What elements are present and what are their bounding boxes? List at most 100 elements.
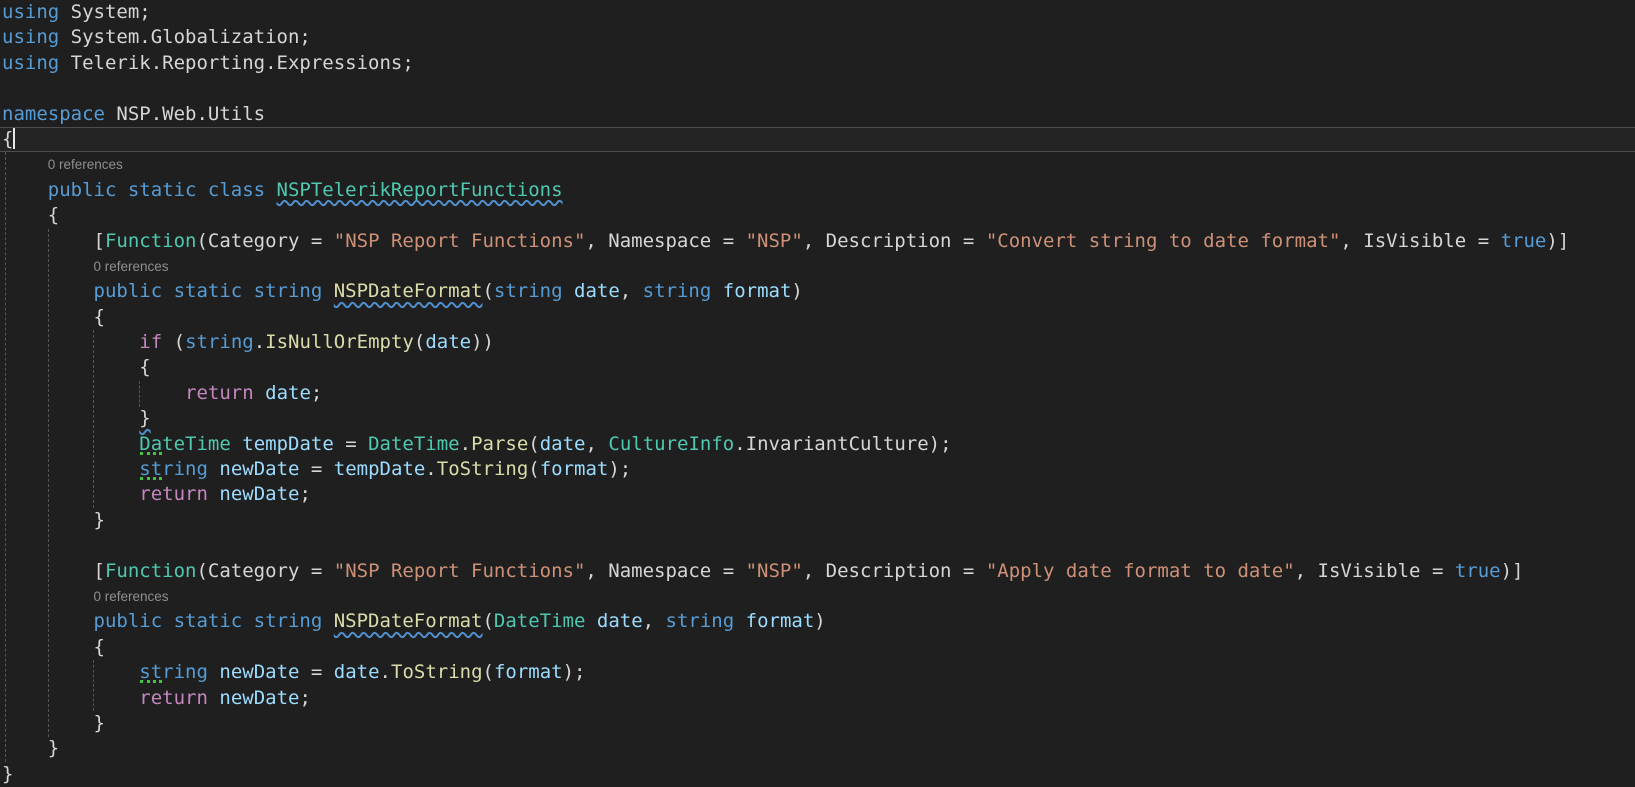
- code-token: .InvariantCulture);: [734, 433, 951, 455]
- code-line[interactable]: return date;: [0, 381, 1635, 406]
- codelens-references-label[interactable]: 0 references: [94, 259, 169, 274]
- code-token: {: [2, 636, 105, 658]
- code-line[interactable]: }: [0, 406, 1635, 431]
- code-token: format: [540, 458, 609, 480]
- code-token: [2, 610, 94, 632]
- code-token: string: [139, 458, 208, 480]
- code-token: using: [2, 52, 59, 74]
- code-token: Telerik.Reporting.Expressions;: [59, 52, 414, 74]
- code-line[interactable]: }: [0, 762, 1635, 787]
- code-token: namespace: [2, 103, 105, 125]
- code-line[interactable]: [0, 76, 1635, 101]
- code-token: [2, 483, 139, 505]
- code-token: public static string: [94, 280, 334, 302]
- code-token: NSPTelerikReportFunctions: [277, 179, 563, 201]
- code-editor[interactable]: using System;using System.Globalization;…: [0, 0, 1635, 787]
- code-token: }: [139, 407, 150, 429]
- code-line[interactable]: if (string.IsNullOrEmpty(date)): [0, 330, 1635, 355]
- code-token: newDate: [219, 483, 299, 505]
- code-line[interactable]: using System;: [0, 0, 1635, 25]
- code-token: System;: [59, 1, 151, 23]
- code-line[interactable]: string newDate = date.ToString(format);: [0, 660, 1635, 685]
- code-line[interactable]: public static string NSPDateFormat(DateT…: [0, 609, 1635, 634]
- code-token: , IsVisible =: [1340, 230, 1500, 252]
- code-line[interactable]: {: [0, 127, 1635, 152]
- code-line[interactable]: [Function(Category = "NSP Report Functio…: [0, 559, 1635, 584]
- code-line[interactable]: DateTime tempDate = DateTime.Parse(date,…: [0, 432, 1635, 457]
- code-line[interactable]: [0, 533, 1635, 558]
- code-token: Parse: [471, 433, 528, 455]
- code-token: )]: [1546, 230, 1569, 252]
- code-token: (: [528, 433, 539, 455]
- code-token: [2, 433, 139, 455]
- code-token: newDate: [219, 687, 299, 709]
- code-token: {: [2, 356, 151, 378]
- code-token: .: [460, 433, 471, 455]
- code-token: System.Globalization;: [59, 26, 311, 48]
- code-line[interactable]: }: [0, 711, 1635, 736]
- code-token: "NSP": [746, 230, 803, 252]
- code-token: [711, 280, 722, 302]
- code-token: .: [425, 458, 436, 480]
- code-token: , Namespace =: [585, 230, 745, 252]
- code-token: date: [540, 433, 586, 455]
- codelens-line[interactable]: 0 references: [0, 584, 1635, 609]
- code-area[interactable]: using System;using System.Globalization;…: [0, 0, 1635, 787]
- code-line[interactable]: }: [0, 736, 1635, 761]
- codelens-references-label[interactable]: 0 references: [94, 589, 169, 604]
- code-token: [2, 280, 94, 302]
- code-line[interactable]: {: [0, 305, 1635, 330]
- code-token: [208, 458, 219, 480]
- code-token: );: [563, 661, 586, 683]
- code-token: ;: [299, 687, 310, 709]
- code-token: tempDate: [334, 458, 426, 480]
- code-line[interactable]: using Telerik.Reporting.Expressions;: [0, 51, 1635, 76]
- codelens-line[interactable]: 0 references: [0, 254, 1635, 279]
- code-token: [: [2, 560, 105, 582]
- code-token: ): [791, 280, 802, 302]
- code-line[interactable]: }: [0, 508, 1635, 533]
- code-line[interactable]: return newDate;: [0, 686, 1635, 711]
- code-token: string: [185, 331, 254, 353]
- code-token: (: [528, 458, 539, 480]
- code-line[interactable]: using System.Globalization;: [0, 25, 1635, 50]
- codelens-references-label[interactable]: 0 references: [48, 157, 123, 172]
- code-token: [563, 280, 574, 302]
- code-token: return: [185, 382, 254, 404]
- code-line[interactable]: [Function(Category = "NSP Report Functio…: [0, 229, 1635, 254]
- code-token: IsNullOrEmpty: [265, 331, 414, 353]
- code-line[interactable]: return newDate;: [0, 482, 1635, 507]
- code-token: date: [334, 661, 380, 683]
- code-token: ToString: [437, 458, 529, 480]
- code-token: format: [746, 610, 815, 632]
- code-token: [: [2, 230, 105, 252]
- code-token: return: [139, 687, 208, 709]
- code-line[interactable]: {: [0, 355, 1635, 380]
- code-line[interactable]: {: [0, 635, 1635, 660]
- code-token: "NSP": [746, 560, 803, 582]
- code-token: {: [2, 306, 105, 328]
- code-token: =: [299, 661, 333, 683]
- code-token: Function: [105, 560, 197, 582]
- code-token: , Description =: [803, 230, 986, 252]
- code-token: public static class: [48, 179, 277, 201]
- code-token: if: [139, 331, 162, 353]
- code-token: (: [482, 280, 493, 302]
- code-token: [2, 179, 48, 201]
- code-token: }: [2, 763, 13, 785]
- code-token: newDate: [219, 458, 299, 480]
- code-token: NSPDateFormat: [334, 280, 483, 302]
- code-token: using: [2, 1, 59, 23]
- codelens-line[interactable]: 0 references: [0, 152, 1635, 177]
- code-token: {: [2, 204, 59, 226]
- code-token: , Description =: [803, 560, 986, 582]
- code-line[interactable]: {: [0, 203, 1635, 228]
- code-token: [208, 483, 219, 505]
- code-token: [2, 687, 139, 709]
- code-token: date: [425, 331, 471, 353]
- code-line[interactable]: public static string NSPDateFormat(strin…: [0, 279, 1635, 304]
- code-line[interactable]: public static class NSPTelerikReportFunc…: [0, 178, 1635, 203]
- code-token: true: [1455, 560, 1501, 582]
- code-line[interactable]: namespace NSP.Web.Utils: [0, 102, 1635, 127]
- code-line[interactable]: string newDate = tempDate.ToString(forma…: [0, 457, 1635, 482]
